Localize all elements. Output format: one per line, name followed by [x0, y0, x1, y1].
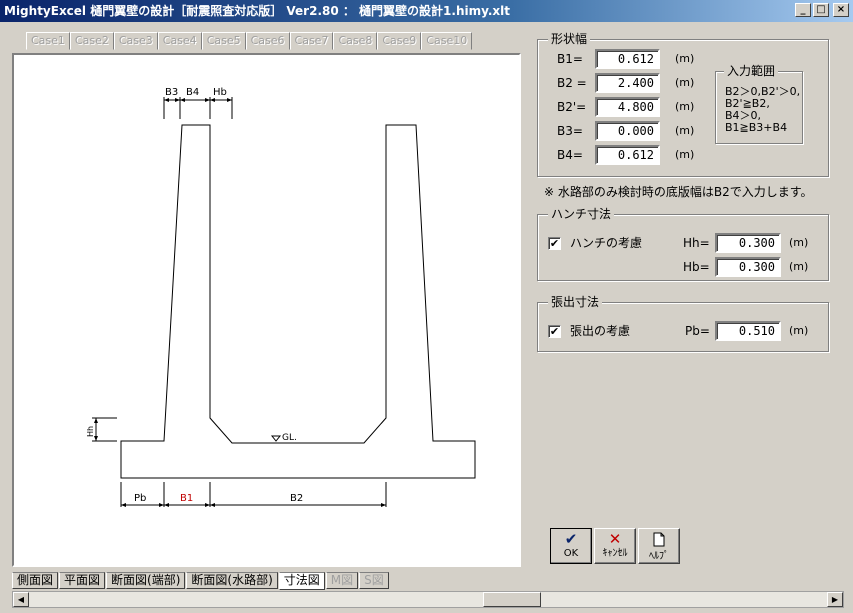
tab-case1[interactable]: Case1: [26, 32, 70, 50]
b4-input[interactable]: 0.612: [595, 145, 660, 165]
help-label: ﾍﾙﾌﾟ: [649, 551, 669, 562]
hh-label: Hh=: [683, 236, 710, 250]
b4-unit: (m): [675, 148, 695, 161]
b2-label: B2 =: [557, 76, 587, 90]
tab-case2[interactable]: Case2: [69, 32, 114, 50]
minimize-button[interactable]: _: [795, 3, 811, 17]
label-gl: GL.: [282, 433, 297, 443]
b3-label: B3=: [557, 124, 583, 138]
tab-dimension-view[interactable]: 寸法図: [278, 572, 325, 590]
window-titlebar: MightyExcel 樋門翼壁の設計［耐震照査対応版］ Ver2.80 ： 樋…: [0, 0, 853, 22]
shape-width-title: 形状幅: [548, 31, 591, 47]
tab-case6[interactable]: Case6: [245, 32, 290, 50]
haunch-title: ハンチ寸法: [548, 206, 615, 222]
sheet-tabs: 側面図 平面図 断面図(端部) 断面図(水路部) 寸法図 M図 S図: [12, 572, 390, 590]
horizontal-scrollbar[interactable]: ◀ ▶: [12, 591, 844, 608]
haunch-group: ハンチ寸法 ✔ ハンチの考慮 Hh= 0.300 (m) Hb= 0.300 (…: [537, 206, 829, 281]
document-icon: [639, 530, 679, 551]
tab-case10[interactable]: Case10: [421, 32, 473, 50]
tab-case7[interactable]: Case7: [289, 32, 334, 50]
hb-unit: (m): [789, 260, 809, 273]
pb-label: Pb=: [685, 324, 710, 338]
pb-input[interactable]: 0.510: [715, 321, 781, 341]
checkmark-icon: ✔: [564, 530, 578, 548]
overhang-checkbox[interactable]: ✔: [548, 325, 561, 338]
window-controls: _ □ ×: [795, 3, 849, 17]
bottom-width-note: ※ 水路部のみ検討時の底版幅はB2で入力します。: [544, 185, 813, 199]
tab-moment-diagram[interactable]: M図: [325, 572, 359, 589]
b2-input[interactable]: 2.400: [595, 73, 660, 93]
tab-case5[interactable]: Case5: [201, 32, 246, 50]
ok-label: OK: [563, 548, 579, 559]
b3-input[interactable]: 0.000: [595, 121, 660, 141]
input-range-title: 入力範囲: [724, 63, 779, 79]
hb-label: Hb=: [683, 260, 710, 274]
close-button[interactable]: ×: [833, 3, 849, 17]
wall-outline: [120, 124, 476, 479]
gl-marker: [270, 435, 282, 442]
overhang-group: 張出寸法 ✔ 張出の考慮 Pb= 0.510 (m): [537, 294, 829, 352]
hh-input[interactable]: 0.300: [715, 233, 781, 253]
label-b3: B3: [165, 87, 178, 98]
scroll-right-icon[interactable]: ▶: [827, 592, 843, 607]
tab-shear-diagram[interactable]: S図: [359, 572, 389, 589]
tab-plan-view[interactable]: 平面図: [59, 572, 106, 589]
ok-button[interactable]: ✔ OK: [550, 528, 592, 564]
b1-label: B1=: [557, 52, 583, 66]
tab-case4[interactable]: Case4: [157, 32, 202, 50]
label-hh: Hh: [86, 426, 95, 437]
b2-prime-label: B2'=: [557, 100, 587, 114]
overhang-check-label: 張出の考慮: [570, 324, 631, 338]
tab-case9[interactable]: Case9: [377, 32, 422, 50]
b1-unit: (m): [675, 52, 695, 65]
tab-side-view[interactable]: 側面図: [12, 572, 59, 589]
label-hb: Hb: [213, 87, 227, 98]
hb-input[interactable]: 0.300: [715, 257, 781, 277]
b4-label: B4=: [557, 148, 583, 162]
label-pb: Pb: [134, 493, 146, 504]
range-line-4: B1≧B3+B4: [725, 121, 788, 134]
hh-unit: (m): [789, 236, 809, 249]
b1-input[interactable]: 0.612: [595, 49, 660, 69]
dimension-drawing-canvas: B3 B4 Hb Hh GL. Pb B1 B2: [12, 53, 521, 567]
pb-unit: (m): [789, 324, 809, 337]
cancel-label: ｷｬﾝｾﾙ: [602, 548, 628, 559]
tab-case8[interactable]: Case8: [333, 32, 378, 50]
b3-unit: (m): [675, 124, 695, 137]
dimension-drawing: B3 B4 Hb Hh GL. Pb B1 B2: [86, 87, 476, 507]
label-b4: B4: [186, 87, 199, 98]
tab-case3[interactable]: Case3: [113, 32, 158, 50]
case-tabs: Case1 Case2 Case3 Case4 Case5 Case6 Case…: [26, 32, 473, 50]
shape-width-group: 形状幅 B1= 0.612 (m) B2 = 2.400 (m) B2'= 4.…: [537, 31, 829, 177]
maximize-button[interactable]: □: [813, 3, 829, 17]
haunch-checkbox[interactable]: ✔: [548, 237, 561, 250]
cancel-button[interactable]: ✕ ｷｬﾝｾﾙ: [594, 528, 636, 564]
input-range-box: 入力範囲 B2＞0,B2'＞0, B2'≧B2, B4＞0, B1≧B3+B4: [715, 63, 803, 144]
b2-prime-unit: (m): [675, 100, 695, 113]
b2-prime-input[interactable]: 4.800: [595, 97, 660, 117]
scroll-left-icon[interactable]: ◀: [13, 592, 29, 607]
label-b1: B1: [180, 493, 193, 504]
window-title: MightyExcel 樋門翼壁の設計［耐震照査対応版］ Ver2.80 ： 樋…: [4, 4, 510, 18]
scroll-thumb[interactable]: [483, 592, 541, 607]
overhang-title: 張出寸法: [548, 294, 603, 310]
haunch-check-label: ハンチの考慮: [570, 236, 643, 250]
help-button[interactable]: ﾍﾙﾌﾟ: [638, 528, 680, 564]
tab-section-end[interactable]: 断面図(端部): [106, 572, 186, 589]
tab-section-channel[interactable]: 断面図(水路部): [186, 572, 278, 589]
cross-icon: ✕: [608, 530, 622, 548]
b2-unit: (m): [675, 76, 695, 89]
label-b2: B2: [290, 493, 303, 504]
